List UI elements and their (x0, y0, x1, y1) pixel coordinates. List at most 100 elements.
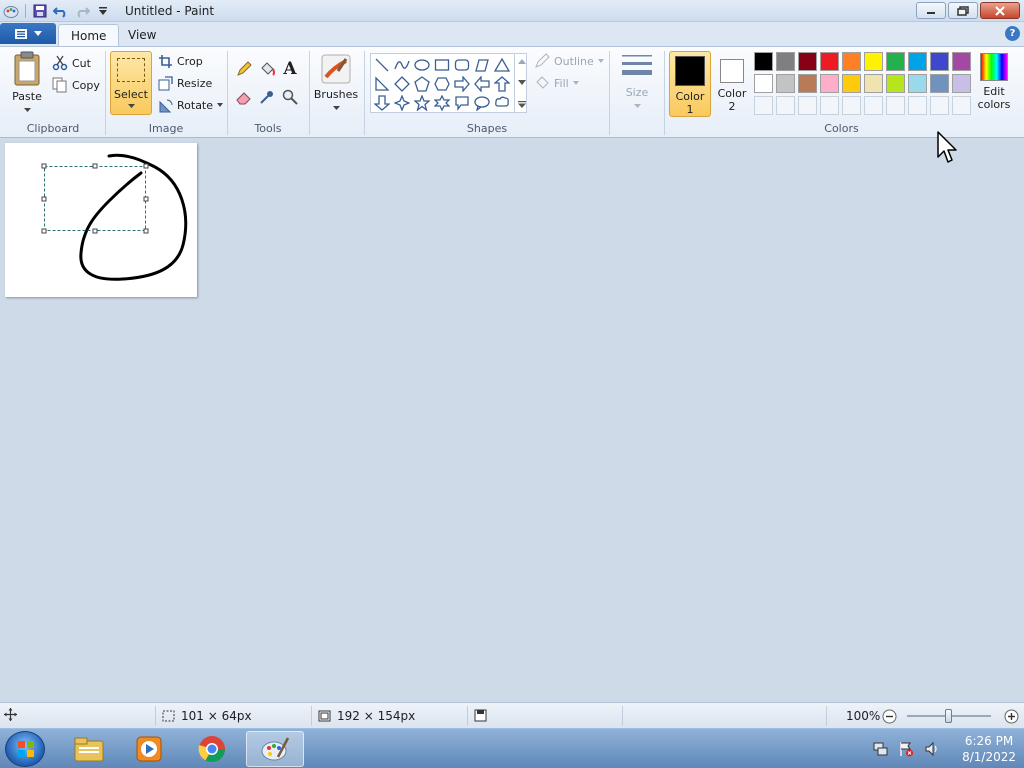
expand-gallery-icon[interactable] (518, 101, 526, 108)
magnifier-tool[interactable] (279, 87, 301, 107)
paint-app-icon[interactable] (2, 2, 20, 20)
minimize-button[interactable] (916, 2, 946, 19)
fill-tool[interactable] (256, 59, 278, 79)
palette-swatch[interactable] (908, 52, 927, 71)
save-icon[interactable] (31, 2, 49, 20)
five-point-star-shape[interactable] (412, 93, 432, 113)
four-point-star-shape[interactable] (392, 93, 412, 113)
cloud-callout-shape[interactable] (492, 93, 512, 113)
palette-swatch-empty[interactable] (886, 96, 905, 115)
clock[interactable]: 6:26 PM 8/1/2022 (962, 733, 1016, 765)
size-button[interactable]: Size (616, 53, 658, 112)
palette-swatch[interactable] (820, 74, 839, 93)
paint-menu-button[interactable] (0, 23, 56, 44)
palette-swatch[interactable] (842, 52, 861, 71)
resize-button[interactable]: Resize (158, 73, 212, 93)
action-center-icon[interactable] (898, 741, 914, 757)
palette-swatch[interactable] (754, 52, 773, 71)
zoom-slider-thumb[interactable] (945, 709, 952, 723)
rounded-callout-shape[interactable] (452, 93, 472, 113)
palette-swatch[interactable] (864, 74, 883, 93)
rotate-button[interactable]: Rotate (158, 95, 224, 115)
drawing-canvas[interactable] (5, 143, 197, 297)
line-shape[interactable] (372, 55, 392, 75)
palette-swatch[interactable] (952, 52, 971, 71)
restore-button[interactable] (948, 2, 978, 19)
rounded-rectangle-shape[interactable] (452, 55, 472, 75)
paste-button[interactable]: Paste (8, 51, 46, 116)
tab-view[interactable]: View (116, 24, 168, 46)
pencil-tool[interactable] (233, 59, 255, 79)
pentagon-shape[interactable] (412, 74, 432, 94)
palette-swatch-empty[interactable] (842, 96, 861, 115)
color1-button[interactable]: Color 1 (669, 51, 711, 117)
close-button[interactable] (980, 2, 1020, 19)
palette-swatch[interactable] (776, 52, 795, 71)
palette-swatch-empty[interactable] (952, 96, 971, 115)
shapes-scrollbar[interactable] (514, 53, 528, 113)
palette-swatch-empty[interactable] (864, 96, 883, 115)
color-picker-tool[interactable] (256, 87, 278, 107)
copy-button[interactable]: Copy (52, 75, 100, 95)
palette-swatch[interactable] (754, 74, 773, 93)
undo-icon[interactable] (52, 2, 70, 20)
palette-swatch-empty[interactable] (798, 96, 817, 115)
palette-swatch-empty[interactable] (930, 96, 949, 115)
oval-callout-shape[interactable] (472, 93, 492, 113)
palette-swatch[interactable] (842, 74, 861, 93)
redo-icon[interactable] (73, 2, 91, 20)
oval-shape[interactable] (412, 55, 432, 75)
brushes-button[interactable]: Brushes (313, 53, 359, 114)
crop-button[interactable]: Crop (158, 51, 203, 71)
palette-swatch-empty[interactable] (754, 96, 773, 115)
palette-swatch[interactable] (952, 74, 971, 93)
taskbar-chrome[interactable] (183, 731, 241, 767)
palette-swatch-empty[interactable] (908, 96, 927, 115)
eraser-tool[interactable] (233, 87, 255, 107)
curve-shape[interactable] (392, 55, 412, 75)
palette-swatch[interactable] (864, 52, 883, 71)
start-button[interactable] (5, 731, 45, 767)
right-arrow-shape[interactable] (452, 74, 472, 94)
tab-home[interactable]: Home (58, 24, 120, 46)
taskbar-paint[interactable] (246, 731, 304, 767)
diamond-shape[interactable] (392, 74, 412, 94)
hexagon-shape[interactable] (432, 74, 452, 94)
palette-swatch[interactable] (908, 74, 927, 93)
palette-swatch-empty[interactable] (776, 96, 795, 115)
color2-button[interactable]: Color 2 (712, 51, 752, 117)
select-button[interactable]: Select (110, 51, 152, 115)
polygon-shape[interactable] (472, 55, 492, 75)
scroll-up-icon[interactable] (518, 59, 526, 64)
volume-icon[interactable] (924, 741, 940, 757)
palette-swatch[interactable] (930, 74, 949, 93)
cut-button[interactable]: Cut (52, 53, 91, 73)
palette-swatch[interactable] (776, 74, 795, 93)
customize-qat-icon[interactable] (94, 2, 112, 20)
left-arrow-shape[interactable] (472, 74, 492, 94)
text-tool[interactable]: A (279, 59, 301, 79)
palette-swatch[interactable] (820, 52, 839, 71)
six-point-star-shape[interactable] (432, 93, 452, 113)
rectangle-shape[interactable] (432, 55, 452, 75)
network-icon[interactable] (872, 741, 888, 757)
palette-swatch[interactable] (930, 52, 949, 71)
palette-swatch[interactable] (886, 52, 905, 71)
zoom-out-button[interactable] (882, 709, 897, 724)
outline-button[interactable]: Outline (534, 51, 604, 71)
up-arrow-shape[interactable] (492, 74, 512, 94)
help-icon[interactable]: ? (1005, 26, 1020, 41)
palette-swatch-empty[interactable] (820, 96, 839, 115)
zoom-in-button[interactable] (1004, 709, 1019, 724)
taskbar-media-player[interactable] (120, 731, 178, 767)
right-triangle-shape[interactable] (372, 74, 392, 94)
palette-swatch[interactable] (798, 52, 817, 71)
fill-button[interactable]: Fill (534, 73, 579, 93)
palette-swatch[interactable] (886, 74, 905, 93)
scroll-down-icon[interactable] (518, 80, 526, 85)
palette-swatch[interactable] (798, 74, 817, 93)
down-arrow-shape[interactable] (372, 93, 392, 113)
edit-colors-button[interactable]: Edit colors (974, 53, 1014, 111)
taskbar-explorer[interactable] (60, 731, 118, 767)
triangle-shape[interactable] (492, 55, 512, 75)
